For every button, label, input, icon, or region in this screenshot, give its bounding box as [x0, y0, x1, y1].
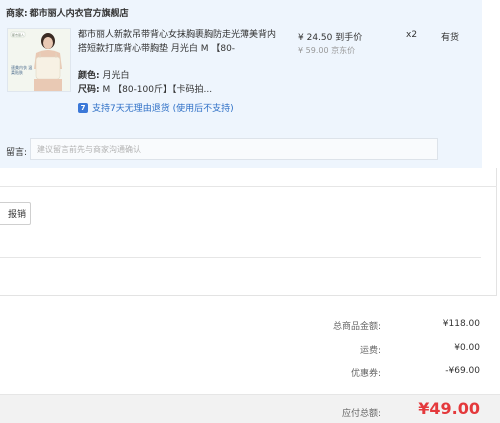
- goods-total-value: ¥118.00: [442, 319, 480, 329]
- seven-day-return-icon: 7: [78, 102, 88, 113]
- price-original: ¥ 59.00 京东价: [298, 46, 356, 55]
- invoice-reimburse-button[interactable]: 报销: [0, 202, 31, 225]
- payable-total-bar: 应付总额: ¥49.00: [0, 394, 500, 423]
- goods-total-label: 总商品金额:: [332, 322, 381, 332]
- note-input[interactable]: [30, 138, 438, 160]
- divider: [0, 257, 481, 258]
- divider: [0, 186, 497, 187]
- return-policy-text: 支持7天无理由退货 (使用后不支持): [92, 104, 234, 114]
- merchant-label: 商家:: [6, 9, 28, 19]
- return-policy[interactable]: 7 支持7天无理由退货 (使用后不支持): [78, 101, 234, 114]
- product-title-link[interactable]: 都市丽人新款吊带背心女抹胸裹胸防走光薄美背内搭短款打底背心带胸垫 月光白 M 【…: [78, 28, 278, 56]
- spec-color-value: 月光白: [102, 71, 130, 81]
- quantity: x2: [406, 30, 418, 40]
- product-image-brand: 都市丽人: [12, 33, 25, 37]
- shipping-value: ¥0.00: [454, 343, 480, 353]
- note-label: 留言:: [6, 148, 28, 158]
- invoice-button-label: 报销: [7, 210, 26, 220]
- spec-size-value: M 【80-100斤】【卡码拍...: [102, 85, 213, 95]
- order-options-box: [0, 168, 497, 296]
- product-image[interactable]: 速美内衣 温柔贴肤 都市丽人: [7, 28, 71, 92]
- spec-size-key: 尺码:: [78, 85, 100, 95]
- merchant-name-link[interactable]: 都市丽人内衣官方旗舰店: [30, 6, 129, 19]
- price-now: ¥ 24.50 到手价: [298, 33, 363, 43]
- spec-color-key: 颜色:: [78, 71, 100, 81]
- product-image-caption: 速美内衣 温柔贴肤: [11, 65, 33, 75]
- payable-label: 应付总额:: [341, 409, 381, 419]
- stock-status: 有货: [441, 33, 460, 43]
- spec-size: 尺码: M 【80-100斤】【卡码拍...: [78, 82, 212, 95]
- coupon-label: 优惠券:: [350, 369, 381, 379]
- coupon-value: -¥69.00: [445, 366, 480, 376]
- spec-color: 颜色: 月光白: [78, 68, 130, 81]
- shipping-label: 运费:: [359, 346, 381, 356]
- merchant-header: 商家: 都市丽人内衣官方旗舰店: [6, 6, 129, 19]
- product-photo: [8, 29, 70, 91]
- payable-value: ¥49.00: [418, 399, 480, 418]
